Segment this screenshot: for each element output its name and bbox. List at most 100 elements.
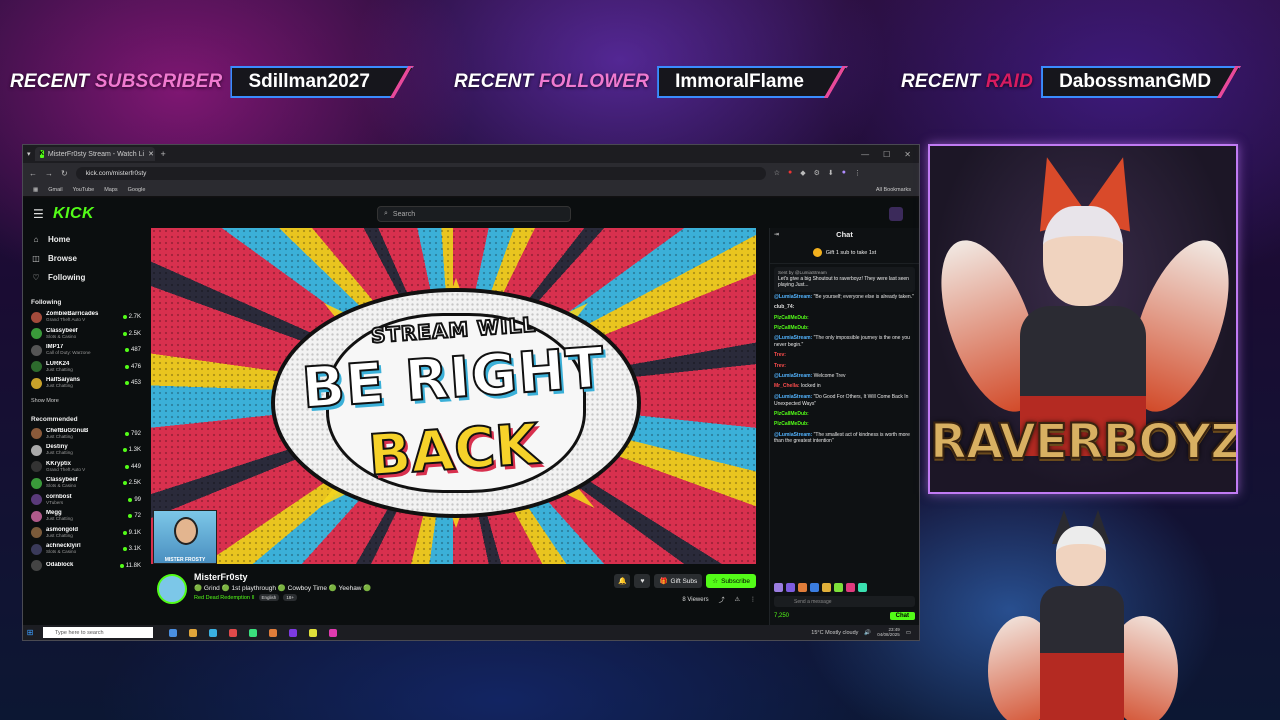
chat-username[interactable]: Mr_Chella: (774, 383, 800, 389)
streamer-name[interactable]: MisterFr0sty (194, 572, 248, 582)
channel-item[interactable]: KKryptix Grand Theft Auto V 449 (31, 459, 141, 476)
taskbar-app-icon[interactable] (189, 628, 197, 637)
collapse-chat-icon[interactable]: ⇥ (774, 228, 779, 242)
taskbar-search[interactable]: Type here to search (43, 627, 153, 638)
share-icon[interactable]: ⤴ (719, 595, 725, 604)
notifications-icon[interactable]: ▭ (906, 630, 911, 636)
user-avatar[interactable] (889, 207, 903, 221)
channel-item[interactable]: HalfSaiyans Just Chatting 453 (31, 375, 141, 392)
channel-item[interactable]: LURK24 Just Chatting 476 (31, 359, 141, 376)
chat-username[interactable]: PlzCallMeDub: (774, 315, 809, 321)
forward-icon[interactable]: → (45, 169, 53, 178)
hamburger-menu-icon[interactable]: ☰ (33, 207, 44, 221)
taskbar-app-icon[interactable] (289, 628, 297, 637)
bookmark-gmail[interactable]: Gmail (48, 187, 62, 193)
channel-item[interactable]: Megg Just Chatting 72 (31, 508, 141, 525)
heart-icon[interactable]: ♥ (634, 574, 651, 588)
channel-item[interactable]: achnecklyirl Slots & Casino 3.1K (31, 541, 141, 558)
weather-status[interactable]: 15°C Mostly cloudy (811, 630, 858, 636)
taskbar-app-icon[interactable] (249, 628, 257, 637)
kick-logo[interactable]: KICK (53, 205, 94, 223)
tab-menu-icon[interactable]: ▾ (27, 150, 31, 158)
minimize-icon[interactable]: — (861, 150, 869, 159)
chat-username[interactable]: PlzCallMeDub: (774, 411, 809, 417)
more-icon[interactable]: ⋮ (750, 596, 756, 603)
chat-username[interactable]: PlzCallMeDub: (774, 325, 809, 331)
taskbar-app-icon[interactable] (329, 628, 337, 637)
all-bookmarks[interactable]: All Bookmarks (876, 187, 919, 193)
bookmark-star-icon[interactable]: ☆ (774, 169, 780, 177)
taskbar-app-icon[interactable] (209, 628, 217, 637)
tag-age[interactable]: 18+ (283, 594, 297, 601)
show-more-link[interactable]: Show More (31, 398, 141, 404)
bookmark-youtube[interactable]: YouTube (73, 187, 95, 193)
profile-icon[interactable]: ● (842, 169, 846, 177)
channel-item[interactable]: Classybeef Slots & Casino 2.5K (31, 326, 141, 343)
bookmark-google[interactable]: Google (128, 187, 146, 193)
chat-input[interactable]: Send a message (774, 596, 915, 607)
channel-item[interactable]: IMP17 Call of Duty: Warzone 487 (31, 342, 141, 359)
channel-item[interactable]: Odablock 11.8K (31, 558, 141, 575)
nav-browse[interactable]: ◫ Browse (31, 249, 141, 268)
channel-item[interactable]: Classybeef Slots & Casino 2.5K (31, 475, 141, 492)
chat-username[interactable]: @LumiaStream: (774, 335, 812, 341)
subscribe-button[interactable]: ☆ Subscribe (706, 574, 756, 588)
window-close-icon[interactable]: ✕ (904, 150, 911, 159)
channel-item[interactable]: ChefBuGGnuB Just Chatting 792 (31, 426, 141, 443)
channel-item[interactable]: ZombieBarricades Grand Theft Auto V 2.7K (31, 309, 141, 326)
bell-icon[interactable]: 🔔 (614, 574, 631, 588)
channel-item[interactable]: Destiny Just Chatting 1.3K (31, 442, 141, 459)
chat-username[interactable]: @LumiaStream: (774, 373, 812, 379)
taskbar-app-icon[interactable] (309, 628, 317, 637)
maximize-icon[interactable]: ☐ (883, 150, 890, 159)
channel-category: Grand Theft Auto V (46, 317, 86, 323)
report-icon[interactable]: ⚠ (735, 596, 740, 603)
channel-viewers: 72 (128, 513, 141, 519)
channel-category: Slots & Casino (46, 333, 77, 339)
download-icon[interactable]: ⬇ (828, 169, 834, 177)
nav-home[interactable]: ⌂ Home (31, 230, 141, 249)
emote-row (774, 583, 915, 593)
taskbar-app-icon[interactable] (229, 628, 237, 637)
chat-username[interactable]: @LumiaStream: (774, 432, 812, 438)
new-tab-icon[interactable]: + (161, 149, 166, 159)
back-icon[interactable]: ← (29, 169, 37, 178)
kebab-menu-icon[interactable]: ⋮ (854, 169, 861, 177)
gift-subs-button[interactable]: 🎁 Gift Subs (654, 574, 703, 588)
chat-username[interactable]: Trev: (774, 352, 786, 358)
volume-icon[interactable]: 🔊 (864, 630, 871, 636)
bookmark-maps[interactable]: Maps (104, 187, 117, 193)
reload-icon[interactable]: ↻ (61, 169, 68, 178)
channel-item[interactable]: asmongold Just Chatting 9.1K (31, 525, 141, 542)
chat-message: @LumiaStream: "Do Good For Others, It Wi… (774, 393, 909, 407)
taskbar-app-icon[interactable] (169, 628, 177, 637)
video-player[interactable]: STREAM WILL BE RIGHT BACK MISTER FROSTY (151, 228, 756, 564)
extension-icon[interactable]: ◆ (800, 169, 805, 177)
channel-avatar (31, 361, 42, 373)
extension-icon[interactable]: ● (788, 169, 792, 177)
chat-username[interactable]: club_74: (774, 304, 794, 310)
apps-icon[interactable]: ▦ (33, 187, 38, 193)
recent-subscriber-banner: RECENT SUBSCRIBER Sdillman2027 (10, 66, 414, 98)
gift-sub-prompt[interactable]: Gift 1 sub to take 1st (770, 242, 919, 264)
taskbar-app-icon[interactable] (269, 628, 277, 637)
streamer-avatar[interactable] (157, 574, 187, 604)
kick-header: ☰ KICK ⌕ Search (23, 198, 919, 230)
chat-username[interactable]: @LumiaStream: (774, 294, 812, 300)
extension-icon[interactable]: ⚙ (814, 169, 820, 177)
clock[interactable]: 23:49 04/08/2025 (877, 627, 900, 638)
stream-category[interactable]: Red Dead Redemption II (194, 595, 255, 601)
channel-viewers: 1.3K (122, 447, 141, 453)
tab-close-icon[interactable]: ✕ (148, 150, 154, 158)
url-field[interactable]: kick.com/misterfr0sty (75, 166, 766, 180)
chat-username[interactable]: Trev: (774, 363, 786, 369)
search-input[interactable]: ⌕ Search (377, 206, 571, 222)
tag-language[interactable]: English (258, 594, 280, 601)
browser-tab[interactable]: K MisterFr0sty Stream - Watch Li ✕ (34, 147, 155, 161)
channel-item[interactable]: cornbost VTubers 99 (31, 492, 141, 509)
chat-send-button[interactable]: Chat (889, 612, 915, 620)
chat-username[interactable]: PlzCallMeDub: (774, 421, 809, 427)
chat-username[interactable]: @LumiaStream: (774, 394, 812, 400)
nav-following[interactable]: ♡ Following (31, 268, 141, 287)
windows-start-icon[interactable]: ⊞ (23, 628, 37, 637)
